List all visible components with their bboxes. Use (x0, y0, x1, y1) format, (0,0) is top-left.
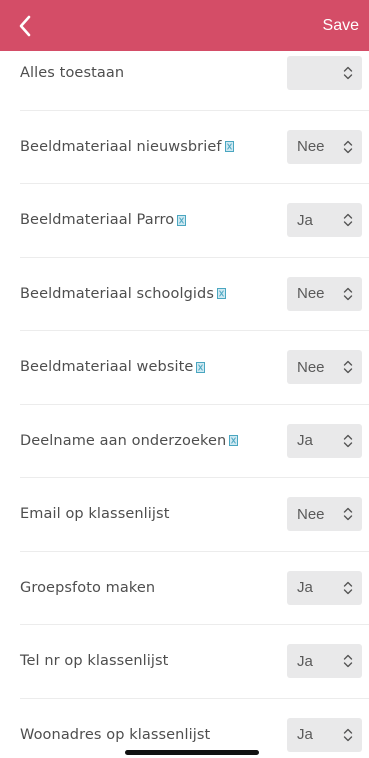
setting-row: Deelname aan onderzoeken Ja (0, 404, 369, 478)
select-value: Nee (297, 138, 325, 155)
save-button[interactable]: Save (321, 13, 361, 39)
select-value: Ja (297, 432, 313, 449)
setting-row: Beeldmateriaal website Nee (0, 330, 369, 404)
setting-label: Alles toestaan (20, 65, 124, 81)
setting-row: Alles toestaan (0, 36, 369, 110)
setting-row: Groepsfoto maken Ja (0, 551, 369, 625)
setting-select[interactable]: Nee (287, 350, 362, 384)
chevron-up-down-icon (343, 140, 353, 153)
setting-row: Woonadres op klassenlijst Ja (0, 698, 369, 758)
setting-label-text: Beeldmateriaal nieuwsbrief (20, 138, 222, 155)
setting-row: Beeldmateriaal Parro Ja (0, 183, 369, 257)
setting-row: Tel nr op klassenlijst Ja (0, 624, 369, 698)
setting-label-text: Tel nr op klassenlijst (20, 653, 169, 669)
info-icon[interactable] (224, 141, 234, 152)
select-value: Ja (297, 726, 313, 743)
info-icon[interactable] (229, 435, 239, 446)
setting-select[interactable]: Ja (287, 644, 362, 678)
setting-label-text: Beeldmateriaal schoolgids (20, 285, 215, 302)
setting-label-text: Beeldmateriaal Parro (20, 212, 175, 228)
chevron-up-down-icon (343, 507, 353, 521)
setting-label: Deelname aan onderzoeken (20, 432, 239, 449)
setting-select[interactable]: Nee (287, 129, 362, 164)
setting-label-text: Beeldmateriaal website (20, 359, 194, 375)
select-value: Nee (297, 358, 325, 376)
setting-row: Beeldmateriaal nieuwsbrief Nee (0, 110, 369, 184)
setting-label: Beeldmateriaal website (20, 359, 206, 375)
setting-row: Email op klassenlijst Nee (0, 477, 369, 551)
setting-label: Groepsfoto maken (20, 580, 155, 596)
chevron-left-icon (19, 15, 31, 36)
info-icon[interactable] (177, 214, 187, 226)
setting-label: Beeldmateriaal nieuwsbrief (20, 139, 234, 155)
setting-label: Email op klassenlijst (20, 506, 169, 522)
setting-row: Beeldmateriaal schoolgids Nee (0, 257, 369, 331)
setting-label-text: Deelname aan onderzoeken (20, 432, 227, 449)
chevron-up-down-icon (343, 213, 353, 227)
chevron-up-down-icon (343, 728, 353, 741)
setting-label: Beeldmateriaal schoolgids (20, 285, 227, 302)
info-icon[interactable] (217, 288, 227, 299)
chevron-up-down-icon (343, 360, 353, 374)
setting-select[interactable]: Ja (287, 423, 362, 458)
setting-label-text: Woonadres op klassenlijst (20, 726, 211, 743)
chevron-up-down-icon (343, 654, 353, 668)
setting-select[interactable]: Ja (287, 717, 362, 752)
setting-select[interactable]: Ja (287, 570, 362, 605)
setting-label: Tel nr op klassenlijst (20, 653, 168, 669)
setting-select[interactable]: Nee (287, 276, 362, 311)
chevron-up-down-icon (343, 581, 353, 594)
setting-label: Woonadres op klassenlijst (20, 727, 210, 743)
setting-label-text: Groepsfoto maken (20, 579, 156, 596)
info-icon[interactable] (196, 361, 206, 373)
chevron-up-down-icon (343, 434, 353, 447)
select-value: Ja (297, 652, 313, 670)
setting-select[interactable]: Ja (287, 203, 362, 237)
chevron-up-down-icon (343, 287, 353, 300)
select-value: Nee (297, 285, 325, 302)
select-value: Ja (297, 579, 313, 596)
setting-label-text: Email op klassenlijst (20, 506, 170, 522)
setting-label: Beeldmateriaal Parro (20, 212, 187, 228)
home-indicator (125, 750, 259, 755)
setting-select[interactable]: Nee (287, 497, 362, 531)
chevron-up-down-icon (343, 66, 353, 80)
select-value: Ja (297, 211, 313, 229)
setting-select[interactable] (287, 56, 362, 90)
select-value: Nee (297, 505, 325, 523)
setting-label-text: Alles toestaan (20, 65, 125, 81)
